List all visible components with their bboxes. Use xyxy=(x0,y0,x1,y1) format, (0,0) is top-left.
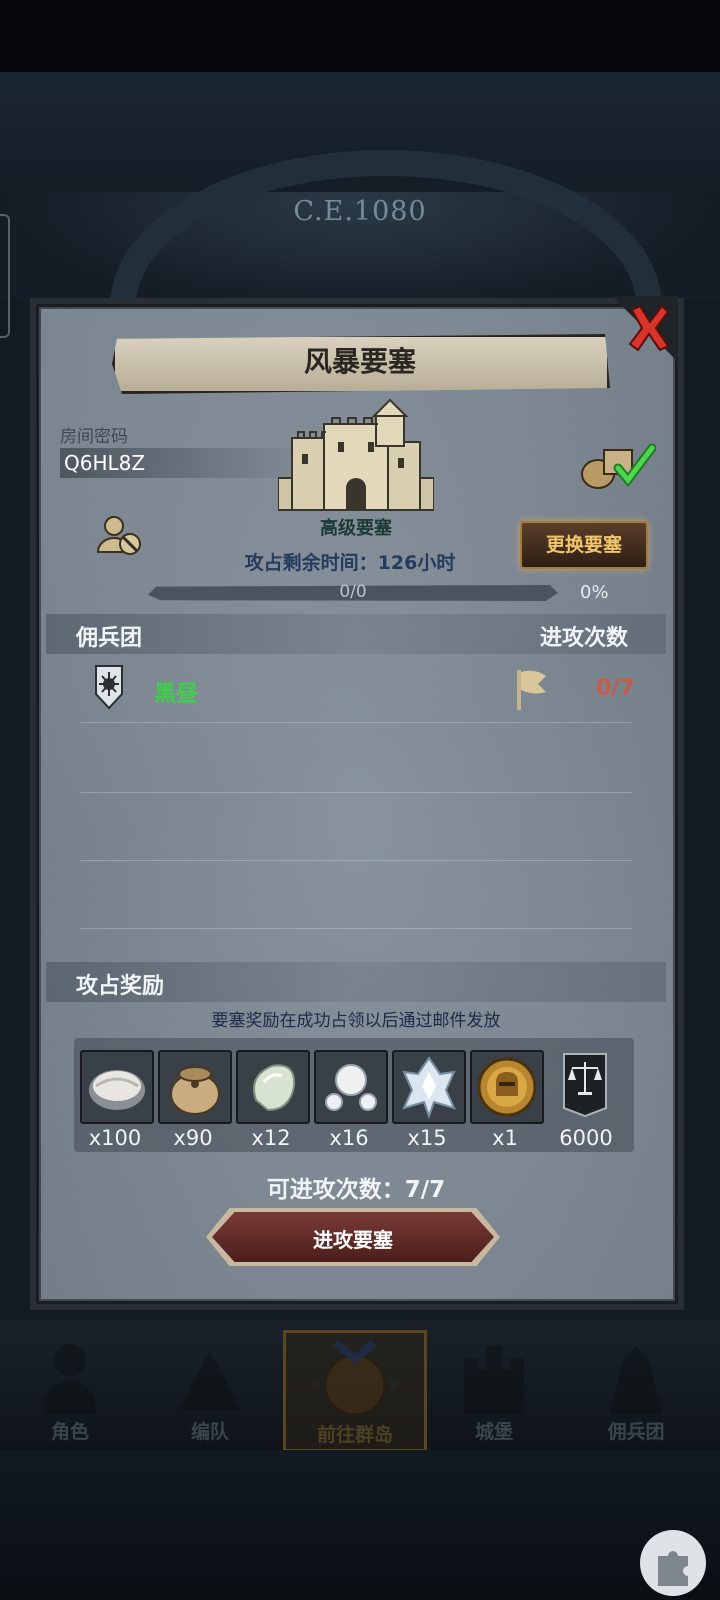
available-attacks: 可进攻次数：7/7 xyxy=(200,1170,512,1204)
left-edge-handle[interactable] xyxy=(0,214,10,338)
room-code-value: Q6HL8Z xyxy=(60,448,314,478)
nav-item-castle[interactable]: 城堡 xyxy=(424,1330,564,1446)
reward-qty: x100 xyxy=(88,1126,142,1150)
reward-item[interactable] xyxy=(80,1050,154,1124)
jade-stone-icon xyxy=(253,1064,296,1112)
rewards-note: 要塞奖励在成功占领以后通过邮件发放 xyxy=(211,1011,501,1031)
sack-icon xyxy=(170,1066,220,1115)
reward-qty: x90 xyxy=(173,1126,213,1150)
scales-banner-icon xyxy=(563,1053,607,1118)
reward-item[interactable] xyxy=(392,1050,466,1124)
change-fortress-button[interactable]: 更换要塞 xyxy=(520,521,648,569)
reward-qty: x15 xyxy=(407,1126,447,1150)
bottom-background xyxy=(0,1450,720,1598)
knight-medal-icon xyxy=(477,1057,537,1117)
era-label: C.E.1080 xyxy=(293,196,427,227)
nav-label: 佣兵团 xyxy=(607,1421,665,1443)
dialog-title: 风暴要塞 xyxy=(303,345,416,378)
row-divider xyxy=(80,792,632,793)
nav-item-character[interactable]: 角色 xyxy=(0,1330,140,1446)
puzzle-icon xyxy=(658,1551,688,1586)
time-remaining: 攻占剩余时间：126小时 xyxy=(190,548,510,575)
reward-item[interactable] xyxy=(158,1050,232,1124)
nav-item-formation[interactable]: 编队 xyxy=(140,1330,280,1446)
pearls-icon xyxy=(325,1064,377,1111)
column-mercenary: 佣兵团 xyxy=(76,626,143,651)
character-icon xyxy=(44,1344,96,1414)
oyster-icon xyxy=(89,1070,145,1110)
status-bar xyxy=(0,0,720,72)
mercenary-icon xyxy=(610,1346,662,1414)
crystal-icon xyxy=(402,1056,456,1119)
fortress-level: 高级要塞 xyxy=(320,518,392,539)
row-divider xyxy=(80,860,632,861)
user-blocked-icon[interactable] xyxy=(96,514,144,556)
nav-label: 编队 xyxy=(190,1421,229,1443)
column-attacks: 进攻次数 xyxy=(540,626,629,651)
nav-item-mercenary[interactable]: 佣兵团 xyxy=(566,1330,706,1446)
available-attacks-value: 7/7 xyxy=(404,1177,446,1203)
nav-item-islands[interactable]: 前往群岛 xyxy=(283,1330,427,1452)
row-divider xyxy=(80,722,632,723)
close-button[interactable] xyxy=(626,302,672,354)
castle-icon xyxy=(277,398,435,514)
reward-qty: 6000 xyxy=(559,1126,613,1150)
reward-qty: x1 xyxy=(492,1126,518,1150)
close-icon xyxy=(628,304,670,352)
guild-shield-icon xyxy=(94,664,124,710)
room-code-label: 房间密码 xyxy=(60,427,128,447)
time-remaining-value: 126小时 xyxy=(377,552,456,574)
progress-text: 0/0 xyxy=(339,582,367,602)
nav-label: 城堡 xyxy=(474,1421,513,1443)
rewards-title: 攻占奖励 xyxy=(76,974,165,999)
floating-puzzle-button[interactable] xyxy=(640,1530,706,1596)
nav-label: 角色 xyxy=(50,1421,89,1443)
available-attacks-label: 可进攻次数： xyxy=(266,1177,405,1203)
compass-icon xyxy=(310,1339,400,1417)
guild-name[interactable]: 黑昼 xyxy=(154,676,198,708)
nav-label: 前往群岛 xyxy=(316,1424,393,1446)
castle-nav-icon xyxy=(464,1346,524,1414)
reward-item[interactable] xyxy=(236,1050,310,1124)
attack-button-label[interactable]: 进攻要塞 xyxy=(212,1224,494,1253)
reward-item[interactable] xyxy=(314,1050,388,1124)
row-divider xyxy=(80,928,632,929)
progress-percent: 0% xyxy=(580,582,609,603)
reward-qty: x16 xyxy=(329,1126,369,1150)
formation-icon xyxy=(180,1350,240,1410)
reward-claimed-icon[interactable] xyxy=(580,442,657,490)
reward-item[interactable] xyxy=(470,1050,544,1124)
reward-qty: x12 xyxy=(251,1126,291,1150)
time-remaining-label: 攻占剩余时间： xyxy=(244,552,378,574)
reward-item[interactable] xyxy=(560,1052,610,1118)
flag-icon xyxy=(514,666,548,710)
attack-count: 0/7 xyxy=(596,676,635,701)
